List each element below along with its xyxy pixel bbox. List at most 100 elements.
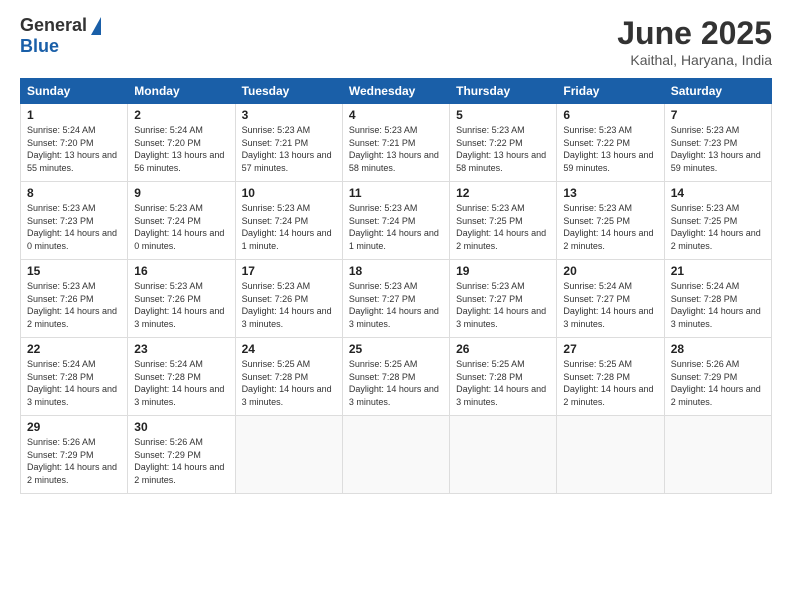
day-info: Sunrise: 5:23 AM Sunset: 7:23 PM Dayligh… [671,124,765,174]
day-info: Sunrise: 5:25 AM Sunset: 7:28 PM Dayligh… [242,358,336,408]
calendar-week-row: 22 Sunrise: 5:24 AM Sunset: 7:28 PM Dayl… [21,338,772,416]
day-info: Sunrise: 5:24 AM Sunset: 7:27 PM Dayligh… [563,280,657,330]
table-row: 11 Sunrise: 5:23 AM Sunset: 7:24 PM Dayl… [342,182,449,260]
table-row: 17 Sunrise: 5:23 AM Sunset: 7:26 PM Dayl… [235,260,342,338]
calendar: Sunday Monday Tuesday Wednesday Thursday… [20,78,772,494]
table-row: 2 Sunrise: 5:24 AM Sunset: 7:20 PM Dayli… [128,104,235,182]
day-number: 20 [563,264,657,278]
day-number: 13 [563,186,657,200]
day-number: 30 [134,420,228,434]
table-row: 8 Sunrise: 5:23 AM Sunset: 7:23 PM Dayli… [21,182,128,260]
day-number: 21 [671,264,765,278]
header-friday: Friday [557,79,664,104]
header-thursday: Thursday [450,79,557,104]
table-row: 19 Sunrise: 5:23 AM Sunset: 7:27 PM Dayl… [450,260,557,338]
table-row: 4 Sunrise: 5:23 AM Sunset: 7:21 PM Dayli… [342,104,449,182]
day-info: Sunrise: 5:23 AM Sunset: 7:24 PM Dayligh… [242,202,336,252]
day-number: 16 [134,264,228,278]
day-number: 23 [134,342,228,356]
day-info: Sunrise: 5:23 AM Sunset: 7:22 PM Dayligh… [563,124,657,174]
day-info: Sunrise: 5:23 AM Sunset: 7:21 PM Dayligh… [349,124,443,174]
day-info: Sunrise: 5:23 AM Sunset: 7:24 PM Dayligh… [134,202,228,252]
table-row: 27 Sunrise: 5:25 AM Sunset: 7:28 PM Dayl… [557,338,664,416]
logo-triangle-icon [91,17,101,35]
table-row [557,416,664,494]
table-row: 22 Sunrise: 5:24 AM Sunset: 7:28 PM Dayl… [21,338,128,416]
day-number: 11 [349,186,443,200]
day-number: 3 [242,108,336,122]
day-info: Sunrise: 5:26 AM Sunset: 7:29 PM Dayligh… [27,436,121,486]
day-number: 29 [27,420,121,434]
table-row: 23 Sunrise: 5:24 AM Sunset: 7:28 PM Dayl… [128,338,235,416]
logo: General Blue [20,15,101,57]
table-row [664,416,771,494]
day-info: Sunrise: 5:25 AM Sunset: 7:28 PM Dayligh… [456,358,550,408]
table-row: 9 Sunrise: 5:23 AM Sunset: 7:24 PM Dayli… [128,182,235,260]
header-wednesday: Wednesday [342,79,449,104]
table-row: 14 Sunrise: 5:23 AM Sunset: 7:25 PM Dayl… [664,182,771,260]
day-number: 18 [349,264,443,278]
table-row: 30 Sunrise: 5:26 AM Sunset: 7:29 PM Dayl… [128,416,235,494]
table-row [450,416,557,494]
day-number: 28 [671,342,765,356]
header-monday: Monday [128,79,235,104]
day-number: 26 [456,342,550,356]
day-number: 14 [671,186,765,200]
day-info: Sunrise: 5:23 AM Sunset: 7:26 PM Dayligh… [242,280,336,330]
day-info: Sunrise: 5:26 AM Sunset: 7:29 PM Dayligh… [134,436,228,486]
day-info: Sunrise: 5:24 AM Sunset: 7:28 PM Dayligh… [671,280,765,330]
day-number: 4 [349,108,443,122]
logo-blue-text: Blue [20,36,59,57]
table-row: 24 Sunrise: 5:25 AM Sunset: 7:28 PM Dayl… [235,338,342,416]
table-row: 1 Sunrise: 5:24 AM Sunset: 7:20 PM Dayli… [21,104,128,182]
day-number: 15 [27,264,121,278]
table-row [235,416,342,494]
calendar-week-row: 15 Sunrise: 5:23 AM Sunset: 7:26 PM Dayl… [21,260,772,338]
day-info: Sunrise: 5:24 AM Sunset: 7:28 PM Dayligh… [134,358,228,408]
day-info: Sunrise: 5:23 AM Sunset: 7:23 PM Dayligh… [27,202,121,252]
day-number: 22 [27,342,121,356]
day-number: 12 [456,186,550,200]
calendar-week-row: 8 Sunrise: 5:23 AM Sunset: 7:23 PM Dayli… [21,182,772,260]
day-info: Sunrise: 5:23 AM Sunset: 7:25 PM Dayligh… [563,202,657,252]
table-row: 18 Sunrise: 5:23 AM Sunset: 7:27 PM Dayl… [342,260,449,338]
header-sunday: Sunday [21,79,128,104]
table-row: 26 Sunrise: 5:25 AM Sunset: 7:28 PM Dayl… [450,338,557,416]
day-number: 8 [27,186,121,200]
table-row [342,416,449,494]
day-info: Sunrise: 5:25 AM Sunset: 7:28 PM Dayligh… [349,358,443,408]
table-row: 12 Sunrise: 5:23 AM Sunset: 7:25 PM Dayl… [450,182,557,260]
month-title: June 2025 [617,15,772,52]
day-info: Sunrise: 5:23 AM Sunset: 7:27 PM Dayligh… [456,280,550,330]
calendar-week-row: 29 Sunrise: 5:26 AM Sunset: 7:29 PM Dayl… [21,416,772,494]
day-number: 25 [349,342,443,356]
table-row: 28 Sunrise: 5:26 AM Sunset: 7:29 PM Dayl… [664,338,771,416]
weekday-header-row: Sunday Monday Tuesday Wednesday Thursday… [21,79,772,104]
day-info: Sunrise: 5:23 AM Sunset: 7:26 PM Dayligh… [134,280,228,330]
header-tuesday: Tuesday [235,79,342,104]
day-info: Sunrise: 5:23 AM Sunset: 7:25 PM Dayligh… [671,202,765,252]
day-info: Sunrise: 5:24 AM Sunset: 7:20 PM Dayligh… [134,124,228,174]
day-info: Sunrise: 5:24 AM Sunset: 7:28 PM Dayligh… [27,358,121,408]
location: Kaithal, Haryana, India [617,52,772,68]
table-row: 5 Sunrise: 5:23 AM Sunset: 7:22 PM Dayli… [450,104,557,182]
day-number: 10 [242,186,336,200]
header-saturday: Saturday [664,79,771,104]
day-info: Sunrise: 5:24 AM Sunset: 7:20 PM Dayligh… [27,124,121,174]
table-row: 16 Sunrise: 5:23 AM Sunset: 7:26 PM Dayl… [128,260,235,338]
day-number: 9 [134,186,228,200]
day-info: Sunrise: 5:25 AM Sunset: 7:28 PM Dayligh… [563,358,657,408]
table-row: 20 Sunrise: 5:24 AM Sunset: 7:27 PM Dayl… [557,260,664,338]
table-row: 7 Sunrise: 5:23 AM Sunset: 7:23 PM Dayli… [664,104,771,182]
day-info: Sunrise: 5:23 AM Sunset: 7:26 PM Dayligh… [27,280,121,330]
day-number: 2 [134,108,228,122]
day-number: 6 [563,108,657,122]
table-row: 6 Sunrise: 5:23 AM Sunset: 7:22 PM Dayli… [557,104,664,182]
header: General Blue June 2025 Kaithal, Haryana,… [20,15,772,68]
day-number: 19 [456,264,550,278]
table-row: 10 Sunrise: 5:23 AM Sunset: 7:24 PM Dayl… [235,182,342,260]
table-row: 29 Sunrise: 5:26 AM Sunset: 7:29 PM Dayl… [21,416,128,494]
day-info: Sunrise: 5:23 AM Sunset: 7:25 PM Dayligh… [456,202,550,252]
day-number: 7 [671,108,765,122]
day-info: Sunrise: 5:23 AM Sunset: 7:24 PM Dayligh… [349,202,443,252]
